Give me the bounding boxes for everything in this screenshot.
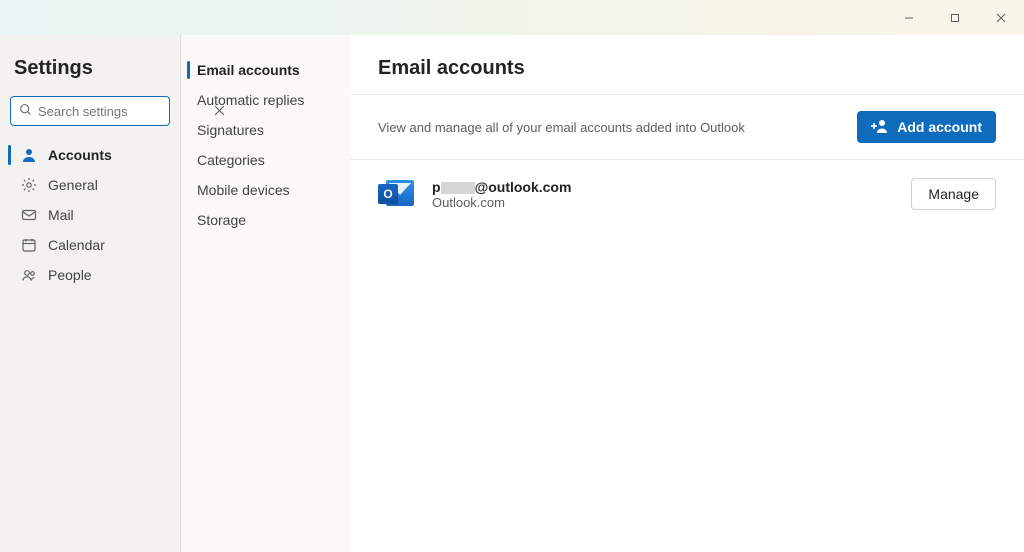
subnav-item-label: Categories (197, 152, 265, 168)
account-type: Outlook.com (432, 195, 911, 210)
maximize-icon (950, 13, 960, 23)
sidebar-item-general[interactable]: General (10, 170, 170, 200)
minimize-button[interactable] (886, 0, 932, 35)
minimize-icon (904, 13, 914, 23)
settings-sidebar: Settings Accounts General (0, 35, 180, 552)
sidebar-item-label: Accounts (48, 147, 112, 163)
manage-button[interactable]: Manage (911, 178, 996, 210)
account-row: O pxxxx@outlook.com Outlook.com Manage (350, 160, 1024, 228)
subnav-item-label: Automatic replies (197, 92, 304, 108)
subnav-item-email-accounts[interactable]: Email accounts (181, 55, 350, 85)
sidebar-item-label: Calendar (48, 237, 105, 253)
calendar-icon (20, 237, 38, 253)
close-button[interactable] (978, 0, 1024, 35)
redacted-text: xxxx (441, 182, 475, 194)
subnav-item-categories[interactable]: Categories (181, 145, 350, 175)
account-info: pxxxx@outlook.com Outlook.com (432, 179, 911, 210)
subnav-item-label: Storage (197, 212, 246, 228)
outlook-icon: O (378, 176, 414, 212)
settings-subnav: Email accounts Automatic replies Signatu… (180, 35, 350, 552)
page-description: View and manage all of your email accoun… (378, 120, 745, 135)
title-bar (0, 0, 1024, 35)
sidebar-item-label: People (48, 267, 92, 283)
subnav-item-automatic-replies[interactable]: Automatic replies (181, 85, 350, 115)
maximize-button[interactable] (932, 0, 978, 35)
settings-title: Settings (14, 57, 166, 80)
subnav-item-label: Mobile devices (197, 182, 290, 198)
main-header: Email accounts (350, 35, 1024, 95)
search-settings-box[interactable] (10, 96, 170, 126)
gear-icon (20, 177, 38, 193)
people-icon (20, 267, 38, 283)
subnav-item-mobile-devices[interactable]: Mobile devices (181, 175, 350, 205)
account-email: pxxxx@outlook.com (432, 179, 911, 195)
subnav-item-label: Signatures (197, 122, 264, 138)
add-person-icon (871, 117, 889, 138)
sidebar-item-accounts[interactable]: Accounts (10, 140, 170, 170)
sidebar-item-label: General (48, 177, 98, 193)
mail-icon (20, 207, 38, 223)
sidebar-item-label: Mail (48, 207, 74, 223)
subnav-item-signatures[interactable]: Signatures (181, 115, 350, 145)
add-account-button[interactable]: Add account (857, 111, 996, 143)
main-panel: Email accounts View and manage all of yo… (350, 35, 1024, 552)
sidebar-item-mail[interactable]: Mail (10, 200, 170, 230)
person-icon (20, 147, 38, 163)
subnav-item-label: Email accounts (197, 62, 300, 78)
subnav-item-storage[interactable]: Storage (181, 205, 350, 235)
add-account-label: Add account (897, 119, 982, 135)
close-icon (996, 13, 1006, 23)
search-icon (19, 103, 32, 119)
sidebar-item-people[interactable]: People (10, 260, 170, 290)
page-title: Email accounts (378, 57, 996, 80)
description-row: View and manage all of your email accoun… (350, 95, 1024, 160)
sidebar-item-calendar[interactable]: Calendar (10, 230, 170, 260)
